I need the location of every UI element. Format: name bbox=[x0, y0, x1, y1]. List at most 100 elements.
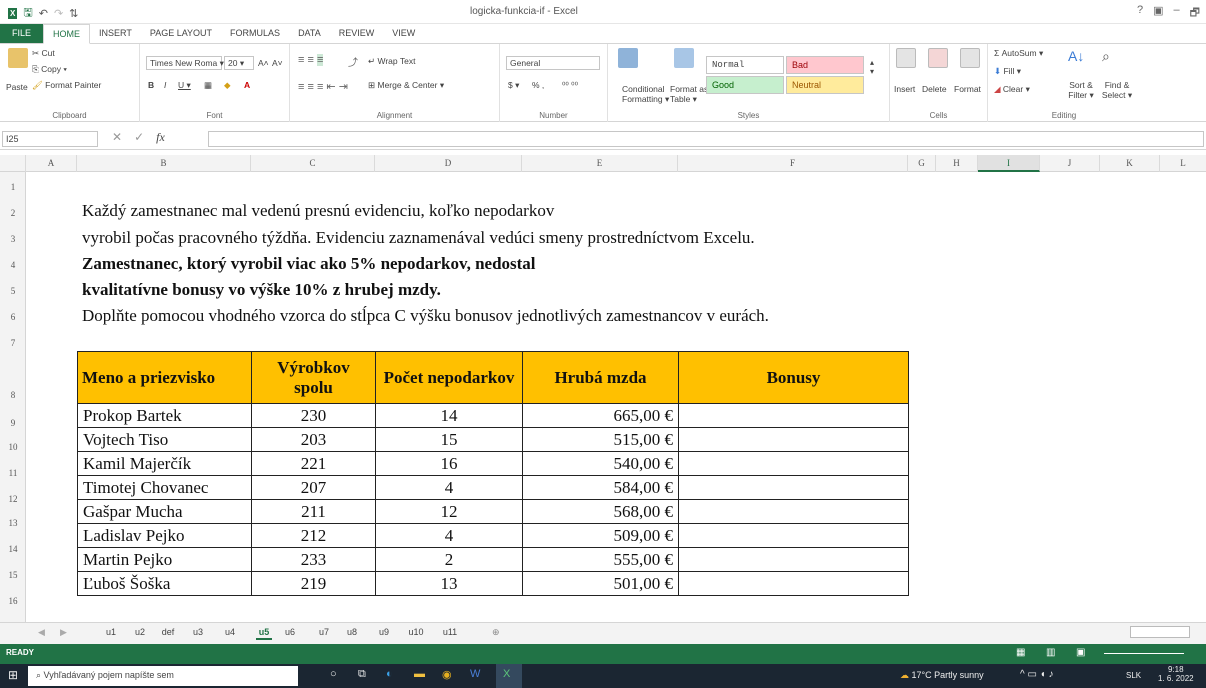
row-header[interactable]: 5 bbox=[0, 286, 26, 296]
header-bonus[interactable]: Bonusy bbox=[678, 351, 909, 404]
insert-button[interactable]: Insert bbox=[894, 84, 915, 94]
cell-bonus[interactable] bbox=[678, 547, 909, 572]
style-good[interactable]: Good bbox=[706, 76, 784, 94]
cell-gross-wage[interactable]: 555,00 € bbox=[522, 547, 679, 572]
tab-data[interactable]: DATA bbox=[289, 24, 330, 43]
tab-review[interactable]: REVIEW bbox=[330, 24, 384, 43]
cell-name[interactable]: Martin Pejko bbox=[77, 547, 252, 572]
row-header[interactable]: 4 bbox=[0, 260, 26, 270]
column-header[interactable]: B bbox=[77, 155, 251, 172]
cell-bonus[interactable] bbox=[678, 571, 909, 596]
sheet-tab[interactable]: u11 bbox=[440, 626, 460, 638]
clock[interactable]: 9:18 1. 6. 2022 bbox=[1158, 665, 1194, 683]
horizontal-scrollbar[interactable] bbox=[1130, 626, 1190, 638]
tab-home[interactable]: HOME bbox=[43, 24, 91, 44]
page-break-icon[interactable]: ▣ bbox=[1076, 647, 1085, 658]
sheet-tab[interactable]: u4 bbox=[222, 626, 238, 638]
row-header[interactable]: 11 bbox=[0, 468, 26, 478]
sheet-tab[interactable]: u7 bbox=[316, 626, 332, 638]
column-header[interactable]: A bbox=[26, 155, 77, 172]
cell-gross-wage[interactable]: 568,00 € bbox=[522, 499, 679, 524]
cell-gross-wage[interactable]: 584,00 € bbox=[522, 475, 679, 500]
cell-bonus[interactable] bbox=[678, 475, 909, 500]
row-header[interactable]: 3 bbox=[0, 234, 26, 244]
number-format-combo[interactable]: General bbox=[506, 56, 600, 70]
cell-products[interactable]: 211 bbox=[251, 499, 376, 524]
row-header[interactable]: 1 bbox=[0, 182, 26, 192]
delete-button[interactable]: Delete bbox=[922, 84, 947, 94]
column-header-selected[interactable]: I bbox=[978, 155, 1040, 172]
select-all-corner[interactable] bbox=[0, 155, 26, 172]
header-gross-wage[interactable]: Hrubá mzda bbox=[522, 351, 679, 404]
cell-name[interactable]: Kamil Majerčík bbox=[77, 451, 252, 476]
conditional-formatting-button[interactable]: Conditional Formatting ▾ bbox=[622, 84, 672, 104]
align-left-icon[interactable]: ≡ ≡ ≡ ⇤ ⇥ bbox=[298, 80, 348, 93]
cortana-icon[interactable]: ○ bbox=[330, 668, 337, 680]
cell-bonus[interactable] bbox=[678, 523, 909, 548]
style-normal[interactable]: Normal bbox=[706, 56, 784, 74]
cell-name[interactable]: Gašpar Mucha bbox=[77, 499, 252, 524]
normal-view-icon[interactable]: ▦ bbox=[1016, 647, 1025, 658]
cell-gross-wage[interactable]: 501,00 € bbox=[522, 571, 679, 596]
percent-button[interactable]: % , bbox=[532, 80, 544, 90]
column-header[interactable]: D bbox=[375, 155, 522, 172]
grow-font-button[interactable]: A˄ bbox=[258, 58, 269, 68]
header-name[interactable]: Meno a priezvisko bbox=[77, 351, 252, 404]
insert-function-button[interactable]: fx bbox=[156, 130, 165, 145]
cell-name[interactable]: Vojtech Tiso bbox=[77, 427, 252, 452]
tab-insert[interactable]: INSERT bbox=[90, 24, 141, 43]
sheet-tab[interactable]: u9 bbox=[376, 626, 392, 638]
cell-products[interactable]: 203 bbox=[251, 427, 376, 452]
row-header[interactable]: 7 bbox=[0, 338, 26, 348]
font-color-icon[interactable]: A bbox=[244, 80, 250, 90]
column-header[interactable]: H bbox=[936, 155, 978, 172]
row-header[interactable]: 16 bbox=[0, 596, 26, 606]
cell-gross-wage[interactable]: 515,00 € bbox=[522, 427, 679, 452]
cell-defects[interactable]: 4 bbox=[375, 475, 523, 500]
cell-defects[interactable]: 15 bbox=[375, 427, 523, 452]
style-neutral[interactable]: Neutral bbox=[786, 76, 864, 94]
tray-icons[interactable]: ^ ▭ ◖ ♪ bbox=[1020, 669, 1054, 680]
cell-defects[interactable]: 14 bbox=[375, 403, 523, 428]
row-header[interactable]: 13 bbox=[0, 518, 26, 528]
weather-widget[interactable]: ☁ 17°C Partly sunny bbox=[900, 670, 984, 681]
cell-bonus[interactable] bbox=[678, 499, 909, 524]
windows-start-icon[interactable]: ⊞ bbox=[8, 668, 18, 682]
cell-products[interactable]: 221 bbox=[251, 451, 376, 476]
column-header[interactable]: G bbox=[908, 155, 936, 172]
header-defects[interactable]: Počet nepodarkov bbox=[375, 351, 523, 404]
page-layout-icon[interactable]: ▥ bbox=[1046, 647, 1055, 658]
format-cells-icon[interactable] bbox=[960, 48, 980, 68]
sheet-tab[interactable]: u1 bbox=[103, 626, 119, 638]
sort-filter-button[interactable]: Sort & Filter ▾ bbox=[1064, 80, 1098, 100]
cell-gross-wage[interactable]: 665,00 € bbox=[522, 403, 679, 428]
cell-bonus[interactable] bbox=[678, 451, 909, 476]
row-header[interactable]: 10 bbox=[0, 442, 26, 452]
bold-button[interactable]: B bbox=[148, 80, 154, 90]
paste-button[interactable]: Paste bbox=[6, 82, 28, 92]
task-view-icon[interactable]: ⧉ bbox=[358, 668, 366, 681]
currency-icon[interactable]: $ ▾ bbox=[508, 80, 519, 91]
decimal-icon[interactable]: ⁰⁰ ⁰⁰ bbox=[562, 80, 578, 91]
undo-icon[interactable]: ↶ bbox=[39, 7, 48, 20]
find-select-button[interactable]: Find & Select ▾ bbox=[1098, 80, 1136, 100]
sheet-tab[interactable]: u3 bbox=[190, 626, 206, 638]
delete-cells-icon[interactable] bbox=[928, 48, 948, 68]
cell-bonus[interactable] bbox=[678, 427, 909, 452]
cell-defects[interactable]: 12 bbox=[375, 499, 523, 524]
taskbar-search[interactable]: ⌕ Vyhľadávaný pojem napíšte sem bbox=[28, 666, 298, 686]
font-name-combo[interactable]: Times New Roma ▾ bbox=[146, 56, 224, 70]
row-header[interactable]: 15 bbox=[0, 570, 26, 580]
cell-gross-wage[interactable]: 540,00 € bbox=[522, 451, 679, 476]
language-indicator[interactable]: SLK bbox=[1126, 671, 1141, 680]
underline-button[interactable]: U ▾ bbox=[178, 80, 191, 91]
cell-name[interactable]: Ľuboš Šoška bbox=[77, 571, 252, 596]
header-products[interactable]: Výrobkov spolu bbox=[251, 351, 376, 404]
italic-button[interactable]: I bbox=[164, 80, 166, 90]
zoom-slider[interactable] bbox=[1104, 653, 1184, 654]
save-icon[interactable]: 🖫 bbox=[23, 4, 32, 23]
cut-button[interactable]: ✂ Cut bbox=[32, 48, 55, 59]
tab-page-layout[interactable]: PAGE LAYOUT bbox=[141, 24, 221, 43]
formula-input[interactable] bbox=[208, 131, 1204, 147]
help-icon[interactable]: ? bbox=[1137, 4, 1143, 23]
